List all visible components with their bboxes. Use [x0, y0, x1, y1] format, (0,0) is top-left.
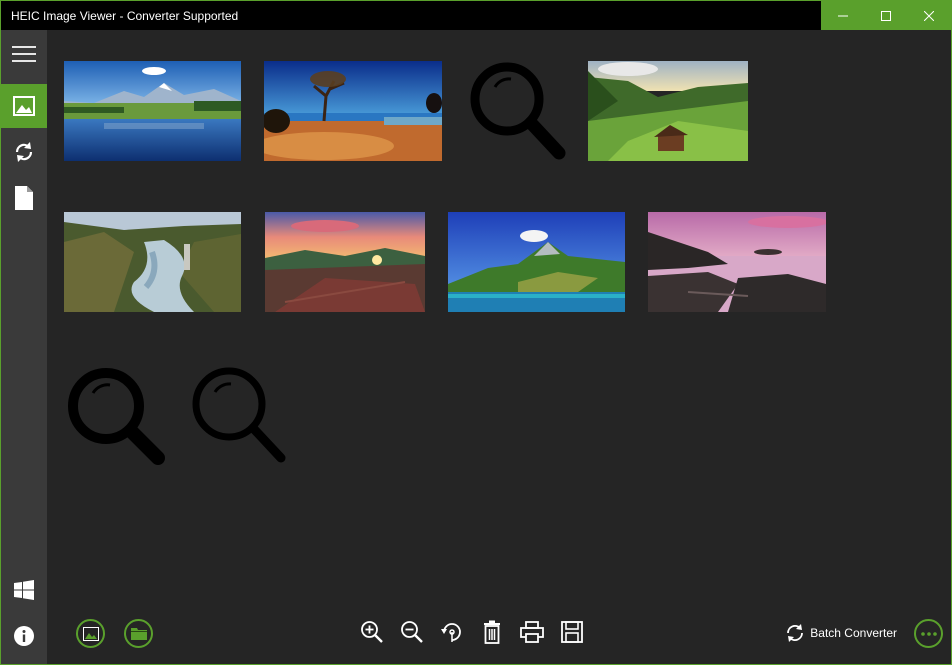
image-thumbnail-island-mountain[interactable]: [448, 212, 625, 312]
image-thumbnail-rocky-coast[interactable]: [648, 212, 826, 312]
delete-button[interactable]: [479, 619, 505, 645]
image-thumbnail-canyon-river[interactable]: [64, 212, 241, 312]
image-icon: [82, 626, 99, 641]
image-icon: [13, 96, 35, 116]
image-thumbnail-alpine-valley-cabin[interactable]: [588, 61, 748, 161]
image-placeholder[interactable]: [62, 362, 166, 466]
sidebar-item-menu[interactable]: [1, 32, 47, 76]
open-folder-button[interactable]: [124, 619, 153, 648]
close-button[interactable]: [908, 1, 951, 30]
open-image-button[interactable]: [76, 619, 105, 648]
sync-icon: [787, 624, 804, 642]
sync-icon: [15, 142, 33, 162]
minimize-button[interactable]: [821, 1, 864, 30]
print-button[interactable]: [519, 619, 545, 645]
caption-buttons: [821, 1, 951, 30]
image-thumbnail-sunset-hills[interactable]: [265, 212, 425, 312]
windows-logo-icon: [14, 580, 34, 600]
image-thumbnail-mountain-lake[interactable]: [64, 61, 241, 161]
sidebar-item-gallery[interactable]: [1, 84, 47, 128]
search-icon: [192, 367, 286, 463]
sidebar-item-windows[interactable]: [1, 568, 47, 612]
trash-icon: [484, 620, 500, 644]
zoom-in-icon: [361, 621, 383, 643]
rotate-button[interactable]: [439, 619, 465, 645]
bottom-toolbar: Batch Converter: [47, 606, 951, 662]
save-button[interactable]: [559, 619, 585, 645]
app-window: HEIC Image Viewer - Converter Supported: [0, 0, 952, 665]
document-icon: [15, 186, 33, 210]
minimize-icon: [837, 15, 848, 16]
rotate-icon: [441, 623, 461, 642]
image-thumbnail-tree-beach[interactable]: [264, 61, 442, 161]
sidebar-item-document[interactable]: [1, 176, 47, 220]
maximize-icon: [880, 10, 891, 21]
sidebar-item-convert[interactable]: [1, 130, 47, 174]
sidebar: [1, 30, 47, 664]
hamburger-menu-icon: [12, 46, 36, 62]
batch-converter-button[interactable]: Batch Converter: [784, 621, 897, 645]
zoom-in-button[interactable]: [359, 619, 385, 645]
save-icon: [561, 621, 583, 643]
printer-icon: [520, 621, 544, 643]
more-icon: [920, 631, 937, 636]
image-gallery: [47, 30, 951, 600]
zoom-out-button[interactable]: [399, 619, 425, 645]
sidebar-item-info[interactable]: [1, 614, 47, 658]
close-icon: [924, 10, 935, 21]
title-bar: HEIC Image Viewer - Converter Supported: [1, 1, 951, 30]
maximize-button[interactable]: [864, 1, 907, 30]
folder-icon: [130, 628, 147, 640]
image-placeholder[interactable]: [465, 59, 567, 161]
info-icon: [14, 626, 34, 646]
image-placeholder[interactable]: [185, 362, 289, 466]
search-icon: [470, 62, 566, 160]
search-icon: [68, 368, 165, 465]
zoom-out-icon: [401, 621, 423, 643]
batch-converter-label: Batch Converter: [810, 626, 897, 640]
more-button[interactable]: [914, 619, 943, 648]
window-title: HEIC Image Viewer - Converter Supported: [11, 9, 239, 23]
